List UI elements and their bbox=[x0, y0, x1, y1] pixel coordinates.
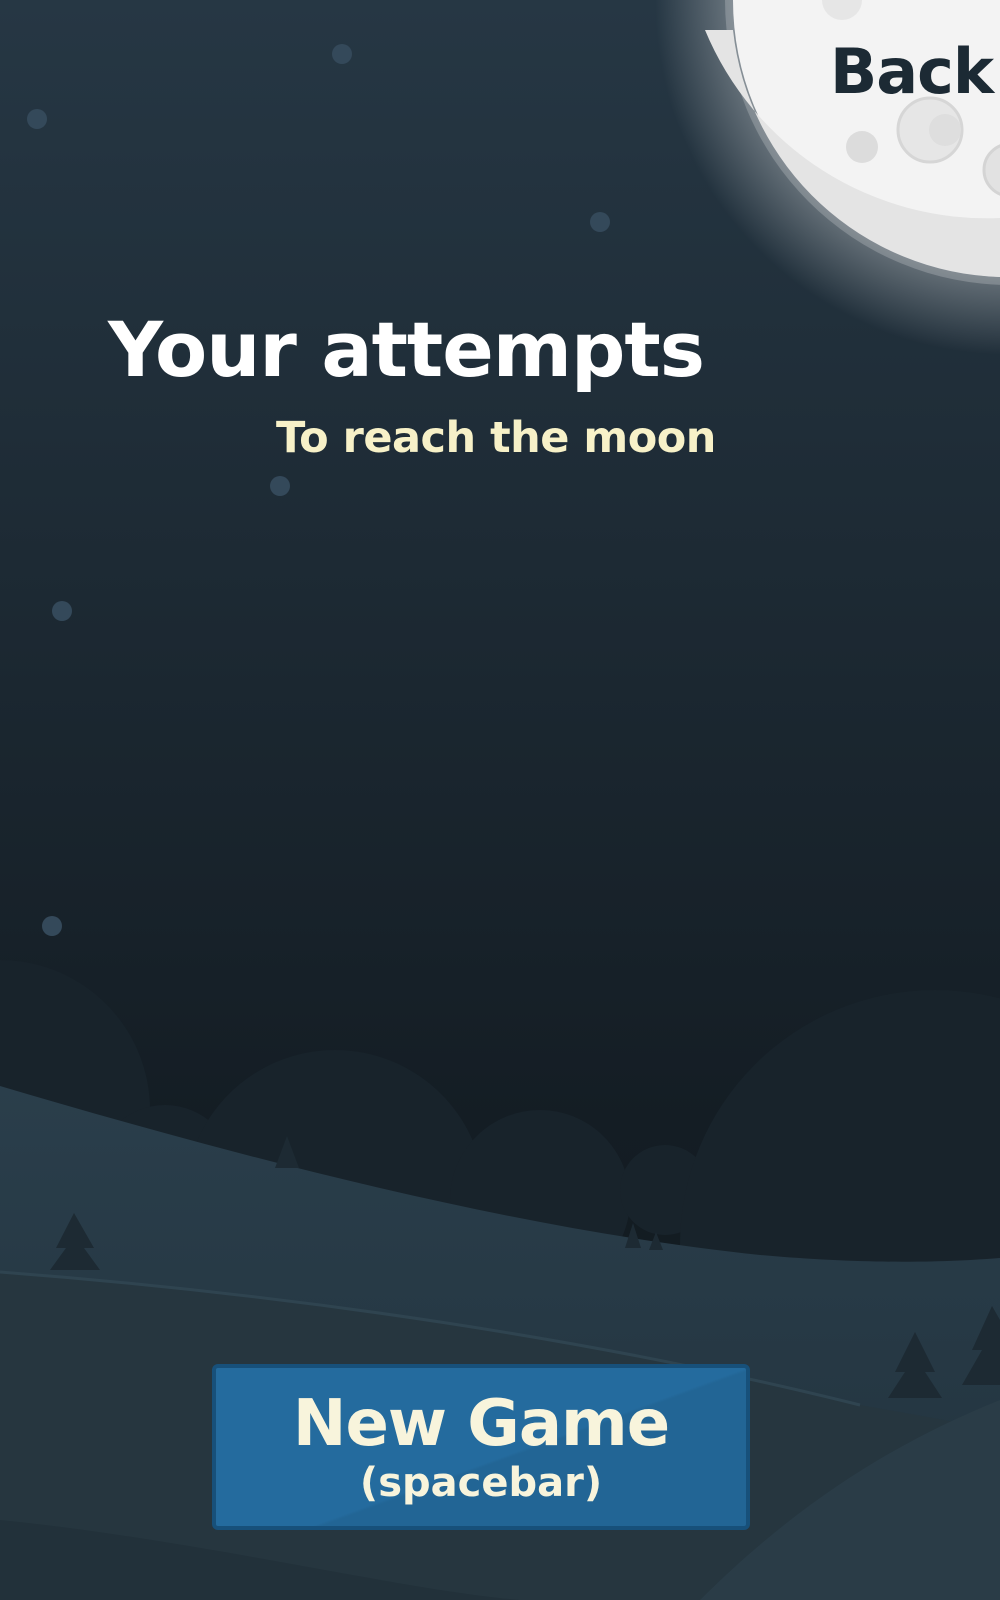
new-game-label: New Game bbox=[292, 1387, 670, 1461]
back-button[interactable]: Back bbox=[830, 32, 1000, 112]
night-landscape-background bbox=[0, 0, 1000, 1600]
page-title: Your attempts bbox=[108, 305, 705, 394]
page-subtitle: To reach the moon bbox=[276, 413, 716, 463]
new-game-button[interactable]: New Game (spacebar) bbox=[212, 1364, 750, 1530]
spacebar-hint: (spacebar) bbox=[359, 1460, 603, 1506]
game-screen: Back Your attempts To reach the moon New… bbox=[0, 0, 1000, 1600]
